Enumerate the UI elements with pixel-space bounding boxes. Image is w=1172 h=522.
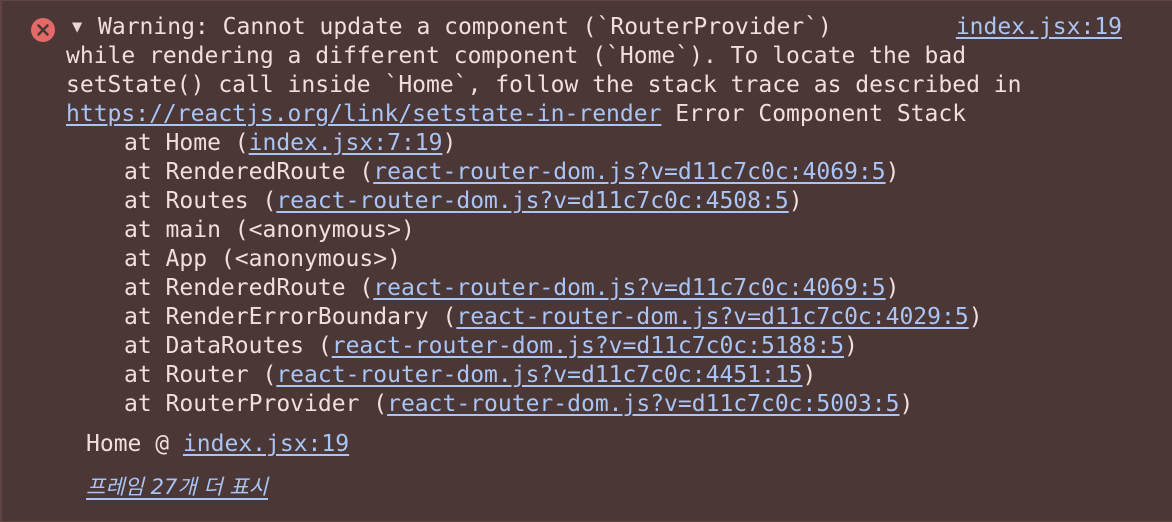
component-stack: at Home (index.jsx:7:19) at RenderedRout… bbox=[124, 129, 983, 419]
stack-frame-link[interactable]: react-router-dom.js?v=d11c7c0c:4069:5 bbox=[373, 275, 885, 301]
warning-message-line-1: Warning: Cannot update a component (`Rou… bbox=[98, 14, 832, 40]
stack-frame-text: at RenderedRoute ( bbox=[124, 275, 374, 301]
stack-frame-link[interactable]: react-router-dom.js?v=d11c7c0c:4029:5 bbox=[456, 304, 968, 330]
stack-frame: at RouterProvider (react-router-dom.js?v… bbox=[124, 390, 983, 419]
stack-frame-link[interactable]: react-router-dom.js?v=d11c7c0c:5003:5 bbox=[387, 391, 899, 417]
stack-frame: at RenderedRoute (react-router-dom.js?v=… bbox=[124, 158, 983, 187]
stack-frame-link[interactable]: react-router-dom.js?v=d11c7c0c:4508:5 bbox=[276, 188, 788, 214]
stack-frame-suffix: ) bbox=[442, 130, 457, 156]
stack-frame-text: at DataRoutes ( bbox=[124, 333, 332, 359]
stack-frame-text: at RenderedRoute ( bbox=[124, 159, 374, 185]
stack-frame-text: at App (<anonymous>) bbox=[124, 246, 401, 272]
stack-frame: at App (<anonymous>) bbox=[124, 245, 983, 274]
stack-frame-text: at Routes ( bbox=[124, 188, 277, 214]
warning-message-line-4: https://reactjs.org/link/setstate-in-ren… bbox=[66, 100, 1096, 129]
warning-message-body: while rendering a different component (`… bbox=[66, 42, 1096, 129]
stack-frame: at RenderErrorBoundary (react-router-dom… bbox=[124, 303, 983, 332]
stack-frame-link[interactable]: react-router-dom.js?v=d11c7c0c:4451:15 bbox=[276, 362, 802, 388]
stack-frame-text: at RenderErrorBoundary ( bbox=[124, 304, 457, 330]
stack-frame-suffix: ) bbox=[885, 275, 900, 301]
call-site-label: Home @ bbox=[86, 431, 183, 457]
stack-frame-link[interactable]: react-router-dom.js?v=d11c7c0c:4069:5 bbox=[373, 159, 885, 185]
stack-frame-link[interactable]: react-router-dom.js?v=d11c7c0c:5188:5 bbox=[332, 333, 844, 359]
call-site-link[interactable]: index.jsx:19 bbox=[183, 431, 349, 457]
stack-frame-text: at main (<anonymous>) bbox=[124, 217, 415, 243]
error-component-stack-label: Error Component Stack bbox=[661, 101, 967, 127]
setstate-doc-link[interactable]: https://reactjs.org/link/setstate-in-ren… bbox=[66, 101, 661, 127]
stack-frame: at RenderedRoute (react-router-dom.js?v=… bbox=[124, 274, 983, 303]
warning-message-line-3: setState() call inside `Home`, follow th… bbox=[66, 72, 1022, 98]
error-circle-x-icon bbox=[31, 18, 55, 42]
stack-frame-suffix: ) bbox=[885, 159, 900, 185]
triangle-down-icon[interactable]: ▼ bbox=[72, 13, 82, 42]
console-error-entry: ▼ index.jsx:19 Warning: Cannot update a … bbox=[0, 0, 1172, 522]
stack-frame: at Home (index.jsx:7:19) bbox=[124, 129, 983, 158]
stack-frame-suffix: ) bbox=[788, 188, 803, 214]
call-site-summary: Home @ index.jsx:19 bbox=[86, 430, 349, 459]
stack-frame-link[interactable]: index.jsx:7:19 bbox=[249, 130, 443, 156]
stack-frame: at main (<anonymous>) bbox=[124, 216, 983, 245]
stack-frame-text: at Router ( bbox=[124, 362, 277, 388]
stack-frame-text: at Home ( bbox=[124, 130, 249, 156]
stack-frame-suffix: ) bbox=[844, 333, 858, 359]
stack-frame: at Router (react-router-dom.js?v=d11c7c0… bbox=[124, 361, 983, 390]
warning-message-line-2: while rendering a different component (`… bbox=[66, 43, 967, 69]
stack-frame-suffix: ) bbox=[899, 391, 914, 417]
stack-frame-suffix: ) bbox=[802, 362, 817, 388]
show-more-frames-link[interactable]: 프레임 27개 더 표시 bbox=[86, 473, 268, 502]
stack-frame-suffix: ) bbox=[968, 304, 983, 330]
stack-frame: at DataRoutes (react-router-dom.js?v=d11… bbox=[124, 332, 983, 361]
stack-frame: at Routes (react-router-dom.js?v=d11c7c0… bbox=[124, 187, 983, 216]
source-location-link[interactable]: index.jsx:19 bbox=[956, 13, 1122, 42]
stack-frame-text: at RouterProvider ( bbox=[124, 391, 388, 417]
